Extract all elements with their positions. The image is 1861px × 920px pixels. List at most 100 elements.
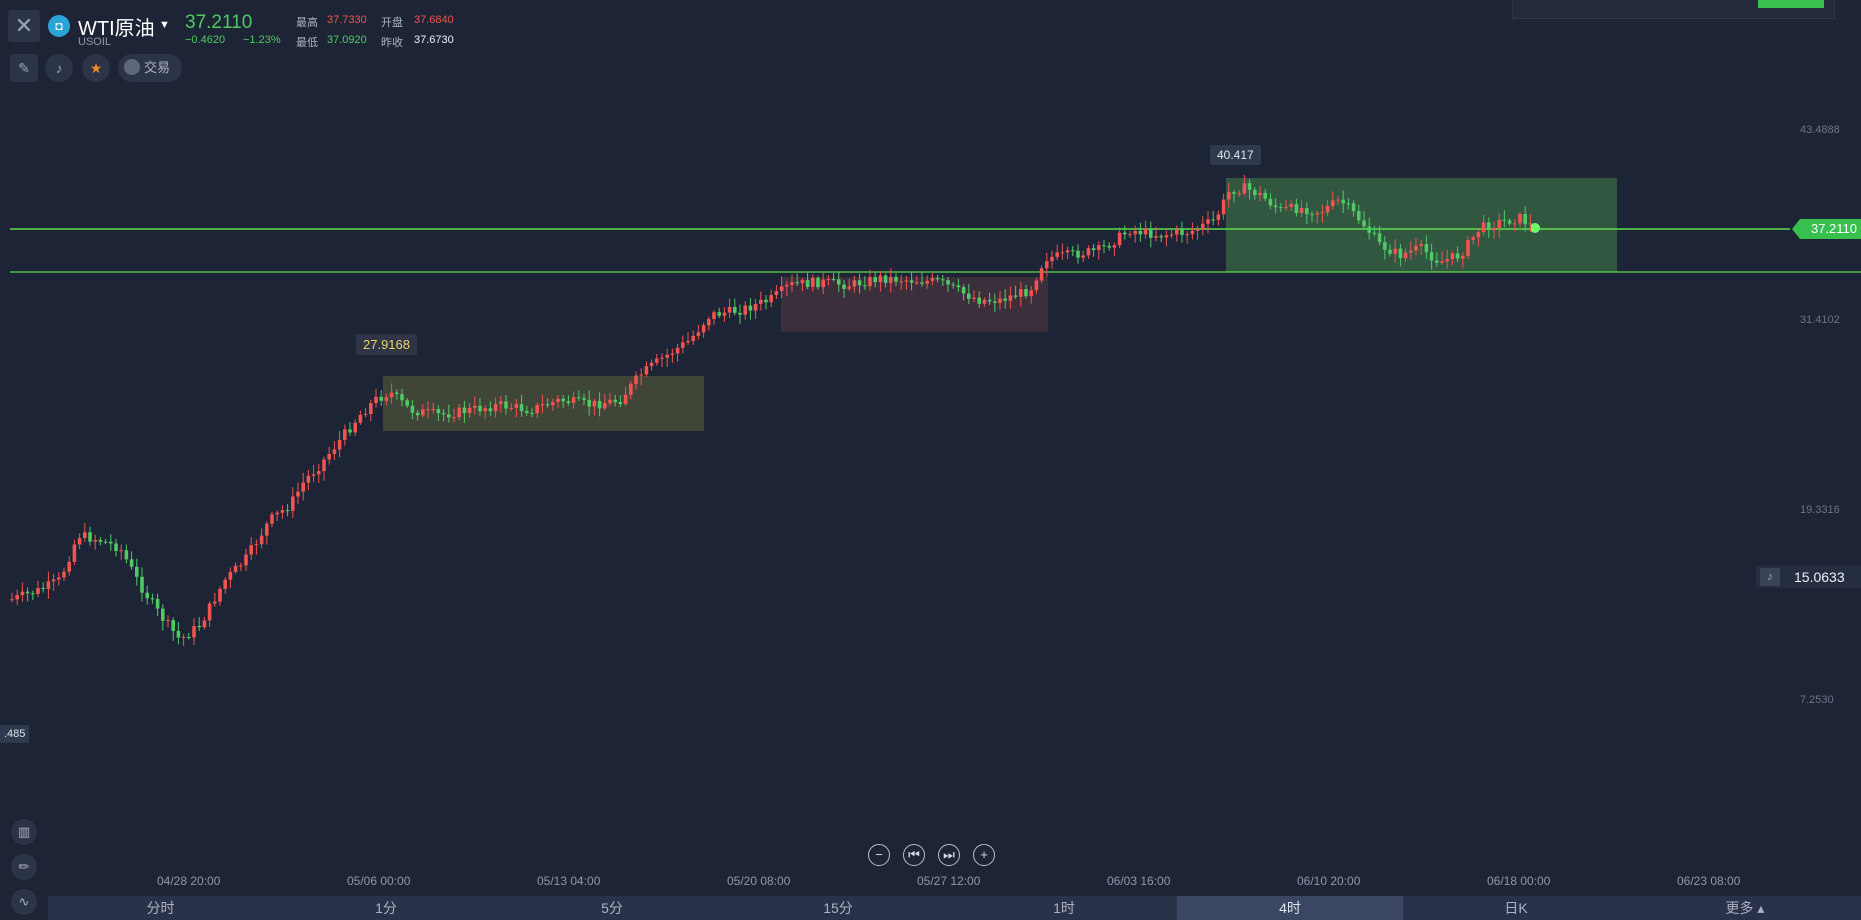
candle-body: [925, 280, 929, 284]
candle-body: [332, 449, 337, 455]
candle-body: [1398, 248, 1403, 259]
candle-body: [395, 392, 399, 394]
candle-body: [1149, 228, 1153, 238]
candle-body: [197, 626, 201, 628]
candle-body: [36, 588, 40, 594]
candle-body: [379, 396, 383, 401]
candle-body: [462, 407, 467, 414]
candle-body: [1419, 244, 1423, 246]
candle-body: [535, 405, 539, 414]
candle-body: [530, 413, 534, 415]
candle-body: [77, 538, 82, 545]
tab-timeframe[interactable]: 日K: [1403, 896, 1629, 920]
candle-body: [317, 471, 321, 475]
tab-timeframe[interactable]: 5分: [499, 896, 725, 920]
candle-body: [228, 571, 233, 580]
candle-body: [1507, 220, 1512, 224]
candle-body: [1263, 192, 1267, 199]
candle-body: [1019, 289, 1023, 297]
candle-body: [525, 411, 529, 414]
zoom-in-button[interactable]: +: [973, 844, 995, 866]
candle-body: [1481, 222, 1486, 233]
scroll-end-button[interactable]: ⏭: [938, 844, 960, 866]
candle-body: [618, 402, 623, 404]
candle-body: [951, 284, 955, 286]
candle-body: [935, 277, 940, 280]
candle-body: [192, 626, 196, 638]
candle-body: [1279, 207, 1283, 209]
candle-body: [1367, 226, 1371, 233]
tab-timeframe[interactable]: 分时: [48, 896, 273, 920]
candle-body: [1476, 232, 1481, 238]
candle-body: [431, 409, 435, 411]
candle-body: [712, 312, 716, 320]
candle-body: [311, 474, 316, 476]
x-axis-label: 05/13 04:00: [537, 874, 601, 888]
candle-body: [707, 319, 711, 326]
candle-body: [322, 459, 326, 472]
candle-body: [816, 277, 820, 288]
candlestick-chart[interactable]: [0, 0, 1861, 920]
x-axis-label: 05/27 12:00: [917, 874, 981, 888]
candle-body: [753, 303, 758, 311]
tab-timeframe[interactable]: 15分: [725, 896, 951, 920]
candle-body: [774, 291, 779, 296]
candle-body: [135, 566, 139, 577]
tab-timeframe-active[interactable]: 4时: [1177, 896, 1403, 920]
candle-body: [20, 591, 25, 596]
candle-body: [62, 571, 66, 578]
indicators-button[interactable]: ▥: [11, 819, 37, 845]
candle-body: [1383, 242, 1387, 250]
candle-body: [660, 357, 664, 359]
tab-timeframe-more[interactable]: 更多 ▴: [1629, 896, 1861, 920]
scroll-start-button[interactable]: ⏮: [903, 844, 925, 866]
candle-body: [764, 299, 768, 303]
x-axis-label: 06/10 20:00: [1297, 874, 1361, 888]
y-axis-label: 43.4888: [1800, 124, 1840, 136]
candle-body: [701, 325, 706, 333]
price-alert-tag[interactable]: ♪ 15.0633: [1756, 566, 1861, 588]
candle-body: [441, 413, 446, 415]
candle-body: [1190, 230, 1195, 235]
candle-body: [207, 603, 212, 621]
candle-body: [1393, 248, 1397, 254]
candle-body: [140, 576, 144, 593]
candle-body: [608, 399, 612, 404]
candle-body: [904, 280, 909, 282]
candle-body: [681, 342, 685, 348]
x-axis-label: 06/03 16:00: [1107, 874, 1171, 888]
candle-body: [1029, 290, 1033, 297]
candle-body: [696, 332, 701, 336]
tab-timeframe[interactable]: 1分: [273, 896, 499, 920]
candle-body: [1024, 289, 1028, 297]
candle-body: [977, 297, 981, 304]
chart-type-button[interactable]: ∿: [11, 889, 37, 915]
candle-body: [436, 409, 441, 414]
candle-body: [811, 277, 815, 287]
candle-body: [1008, 295, 1013, 301]
candle-body: [878, 275, 883, 283]
candle-body: [265, 523, 269, 536]
candle-body: [582, 398, 586, 400]
x-axis-label: 06/18 00:00: [1487, 874, 1551, 888]
candle-body: [348, 429, 352, 433]
candle-body: [1492, 227, 1496, 231]
zoom-out-button[interactable]: −: [868, 844, 890, 866]
candle-body: [1003, 298, 1007, 301]
candle-body: [842, 284, 846, 289]
candle-body: [597, 400, 602, 409]
candle-body: [894, 276, 898, 282]
candle-body: [1455, 253, 1460, 259]
candle-body: [1513, 223, 1517, 225]
candle-body: [1305, 208, 1309, 215]
candle-body: [613, 399, 617, 403]
candle-body: [67, 561, 71, 572]
drawing-button[interactable]: ✏: [11, 854, 37, 880]
tab-timeframe[interactable]: 1时: [951, 896, 1177, 920]
candle-body: [103, 541, 108, 543]
candle-body: [1232, 192, 1236, 194]
candle-body: [1097, 245, 1101, 251]
candle-body: [1351, 203, 1356, 212]
candle-body: [733, 306, 737, 313]
candle-body: [561, 398, 565, 402]
